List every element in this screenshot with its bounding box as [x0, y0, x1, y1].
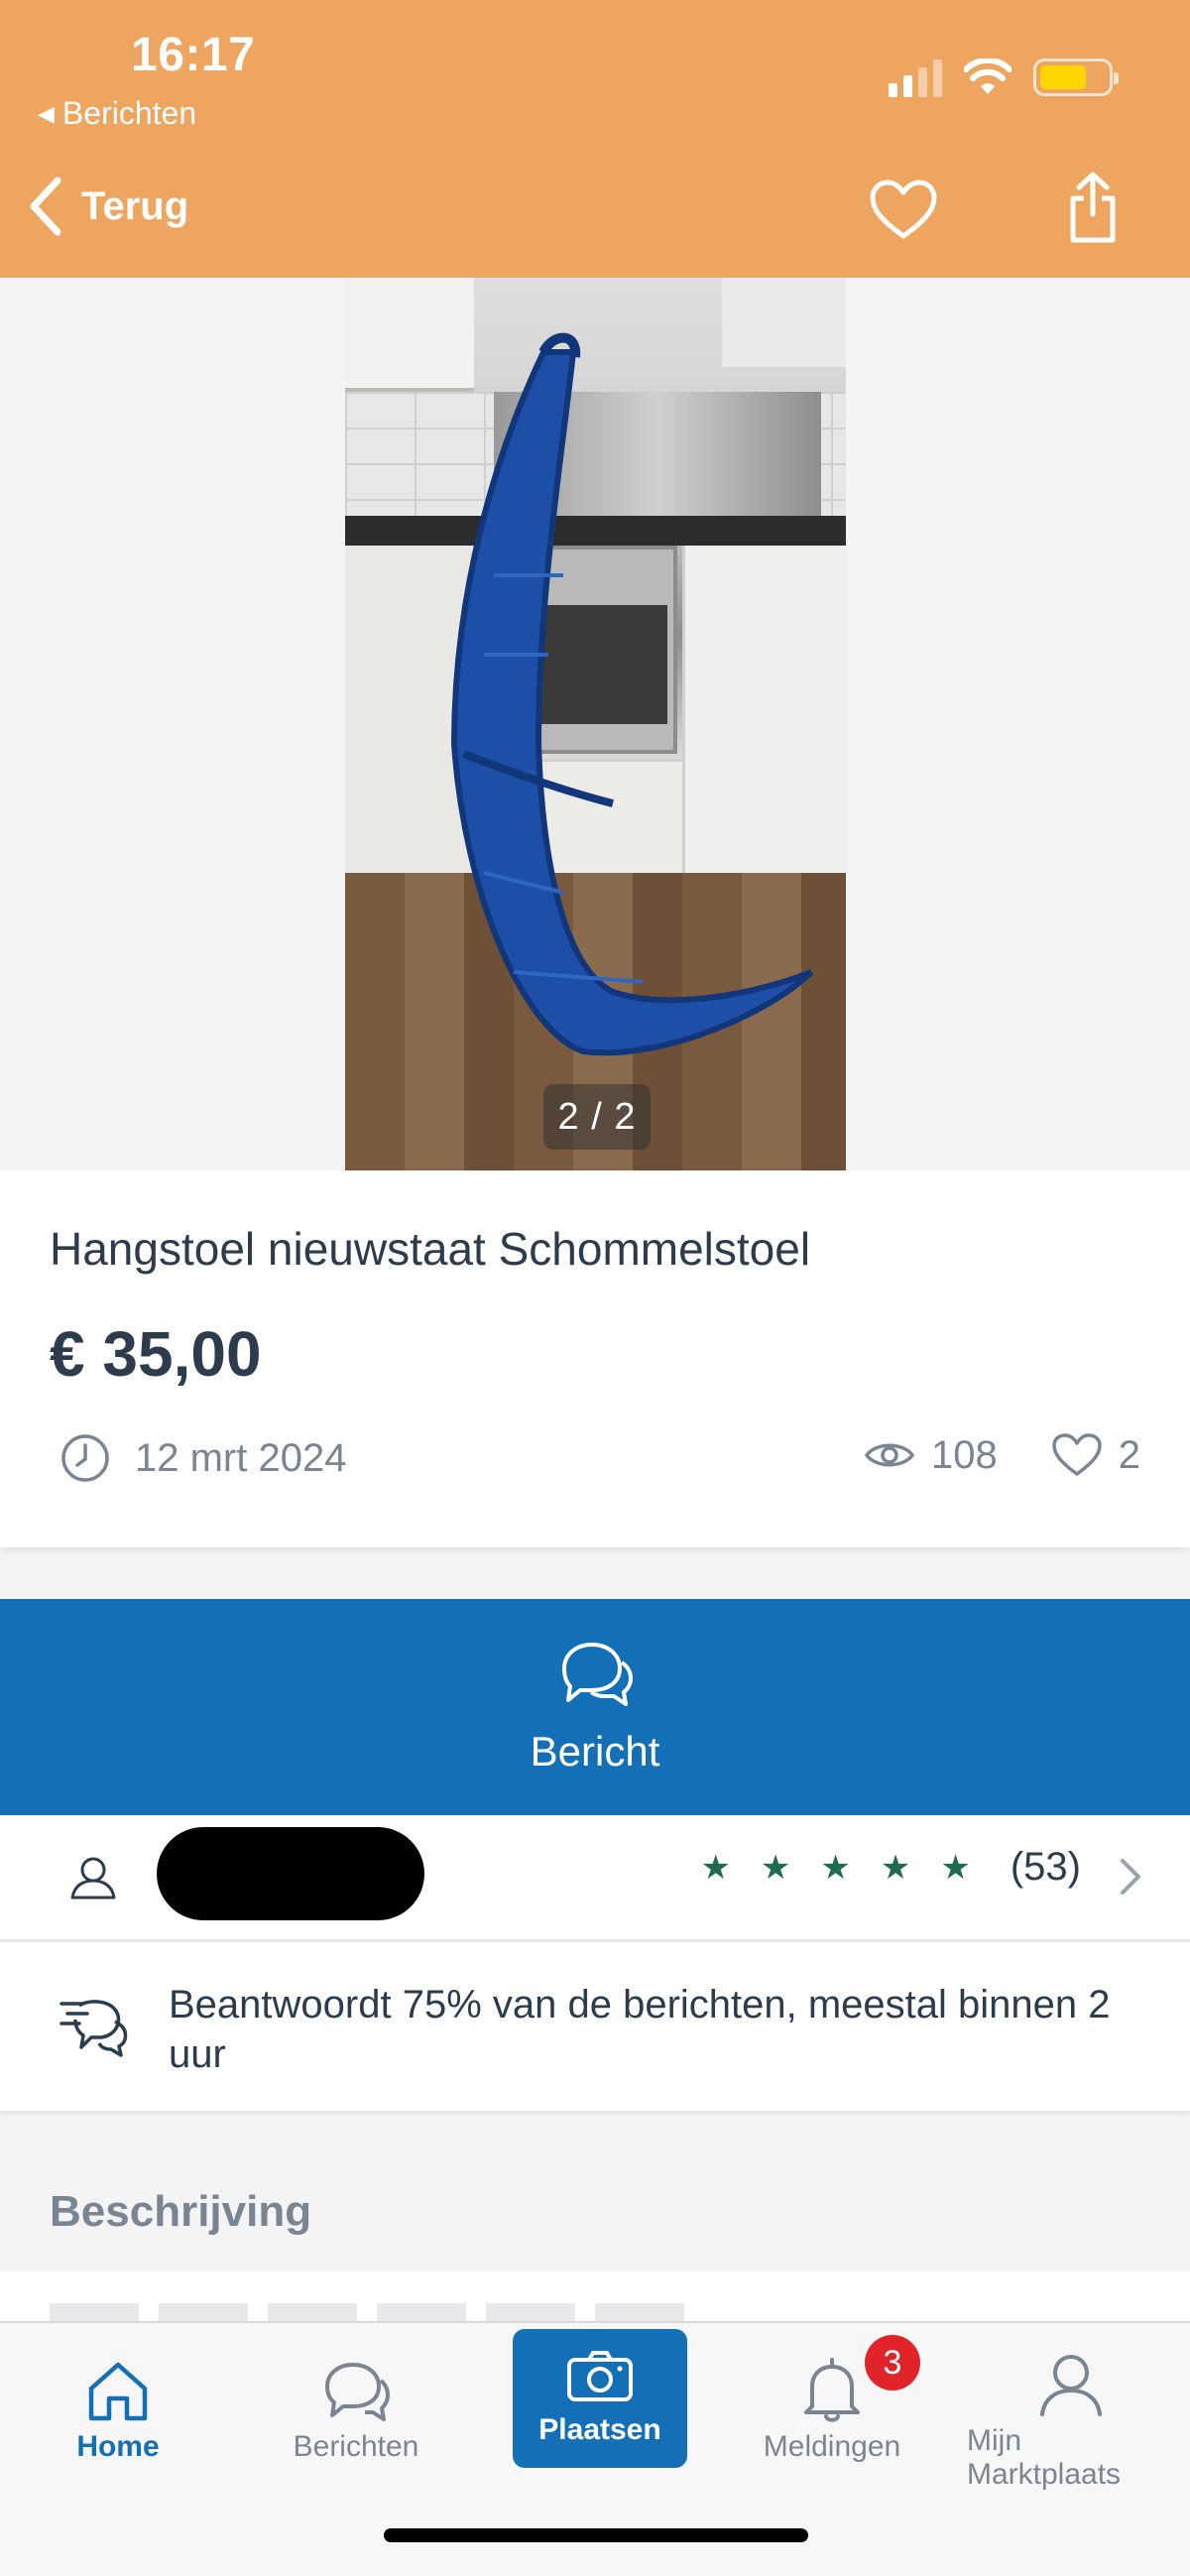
- seller-row[interactable]: ★ ★ ★ ★ ★ (53): [0, 1815, 1190, 1939]
- tab-mijn-marktplaats[interactable]: Mijn Marktplaats: [967, 2343, 1175, 2492]
- share-icon: [1070, 172, 1116, 243]
- response-rate-text: Beantwoordt 75% van de berichten, meesta…: [169, 1983, 1111, 2076]
- status-time: 16:17: [131, 29, 256, 81]
- chat-icon: [325, 2363, 390, 2421]
- review-count: (53): [1010, 1845, 1081, 1889]
- bottom-tab-bar: Home Berichten Plaatsen Meldingen 3 Mijn…: [0, 2321, 1190, 2576]
- tab-home-label: Home: [76, 2430, 160, 2463]
- image-counter: 2 / 2: [543, 1084, 651, 1150]
- chevron-right-icon: [1121, 1859, 1140, 1895]
- star-icon: ★: [820, 1848, 851, 1887]
- seller-name-redacted: [157, 1827, 424, 1920]
- star-icon: ★: [760, 1848, 791, 1887]
- camera-icon: [567, 2351, 633, 2401]
- tab-plaatsen[interactable]: Plaatsen: [513, 2329, 687, 2468]
- chat-bubbles-icon: [562, 1643, 633, 1706]
- back-button[interactable]: Terug: [28, 177, 188, 236]
- response-rate-row: Beantwoordt 75% van de berichten, meesta…: [0, 1942, 1190, 2111]
- description-text-peek: [50, 2303, 704, 2321]
- user-icon: [70, 1857, 116, 1900]
- top-header: 16:17 ◀ Berichten Terug: [0, 0, 1190, 278]
- status-back-to-app[interactable]: ◀ Berichten: [38, 95, 196, 132]
- listing-date-text: 12 mrt 2024: [135, 1435, 347, 1480]
- chevron-left-icon: [30, 177, 61, 236]
- listing-info-card: Hangstoel nieuwstaat Schommelstoel € 35,…: [0, 1170, 1190, 1547]
- star-icon: ★: [700, 1848, 731, 1887]
- back-label: Terug: [81, 184, 189, 228]
- tab-berichten[interactable]: Berichten: [257, 2343, 455, 2492]
- listing-stats: 108 2: [864, 1432, 1140, 1478]
- tab-meldingen-label: Meldingen: [763, 2430, 901, 2463]
- user-icon: [1040, 2355, 1102, 2416]
- image-gallery[interactable]: 2 / 2: [0, 278, 1190, 1170]
- status-icons: [889, 58, 1119, 97]
- listing-price: € 35,00: [50, 1318, 262, 1390]
- listing-title: Hangstoel nieuwstaat Schommelstoel: [50, 1223, 811, 1275]
- home-icon: [88, 2362, 148, 2421]
- wifi-icon: [964, 59, 1012, 94]
- views-count: 108: [931, 1432, 998, 1477]
- notification-badge: 3: [865, 2335, 920, 2391]
- seller-rating: ★ ★ ★ ★ ★ (53): [700, 1845, 1081, 1890]
- cellular-signal-icon: [889, 58, 942, 97]
- back-triangle-icon: ◀: [38, 100, 55, 126]
- tab-berichten-label: Berichten: [293, 2430, 419, 2463]
- home-indicator: [384, 2528, 808, 2542]
- star-icon: ★: [940, 1848, 971, 1887]
- favorites-count: 2: [1118, 1432, 1140, 1477]
- listing-photo[interactable]: [345, 278, 846, 1170]
- listing-date: 12 mrt 2024: [60, 1432, 346, 1484]
- battery-icon: [1033, 59, 1119, 96]
- favorite-button[interactable]: [869, 179, 938, 245]
- response-chat-icon: [60, 2000, 128, 2057]
- status-back-label: Berichten: [61, 95, 197, 131]
- message-button-label: Bericht: [530, 1728, 660, 1775]
- message-seller-button[interactable]: Bericht: [0, 1599, 1190, 1815]
- heart-icon: [870, 180, 937, 239]
- tab-plaatsen-label: Plaatsen: [538, 2413, 661, 2446]
- hanging-chair-illustration: [450, 332, 814, 1056]
- tab-mijn-marktplaats-label: Mijn Marktplaats: [967, 2424, 1122, 2491]
- eye-icon: [864, 1443, 915, 1467]
- bell-icon: [804, 2358, 860, 2422]
- star-icon: ★: [880, 1848, 911, 1887]
- clock-icon: [61, 1434, 109, 1482]
- share-button[interactable]: [1067, 171, 1119, 249]
- description-heading: Beschrijving: [50, 2187, 312, 2236]
- heart-outline-icon: [1052, 1433, 1102, 1476]
- tab-home[interactable]: Home: [19, 2343, 217, 2492]
